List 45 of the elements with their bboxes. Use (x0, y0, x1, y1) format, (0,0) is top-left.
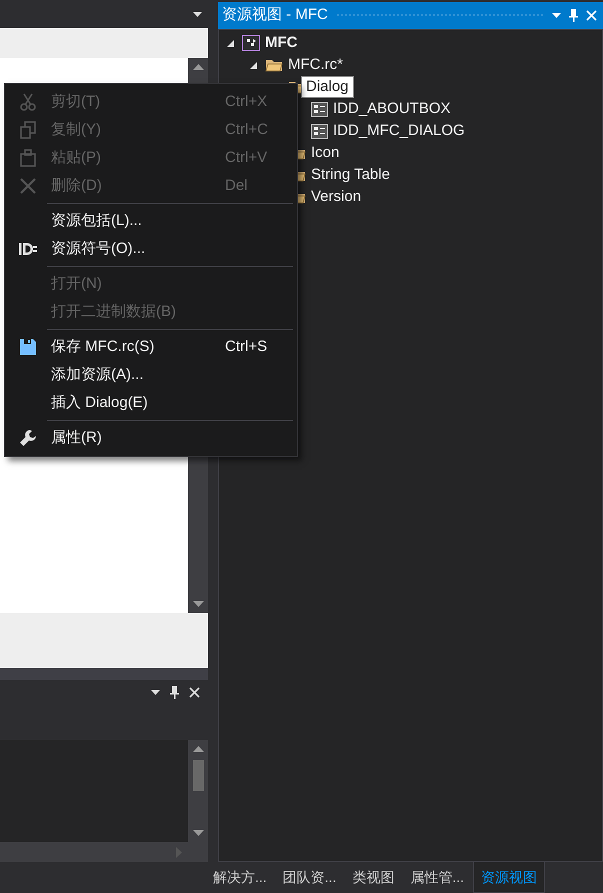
panel-tab[interactable]: 类视图 (345, 862, 402, 893)
expanded-icon[interactable] (227, 40, 234, 46)
wrench-icon (20, 430, 36, 446)
project-icon (242, 35, 260, 51)
id-icon (19, 243, 37, 255)
tooltip[interactable]: Dialog (301, 76, 354, 98)
dropdown-icon[interactable] (151, 690, 160, 695)
scroll-up-icon[interactable] (192, 64, 204, 70)
panel-tab[interactable]: 团队资... (276, 862, 344, 893)
expanded-icon[interactable] (250, 62, 257, 68)
scroll-up-icon[interactable] (192, 746, 204, 752)
clipboard-icon (20, 149, 36, 167)
menu-item[interactable]: 保存 MFC.rc(S) Ctrl+S (5, 333, 297, 361)
delete-icon (20, 178, 36, 194)
panel-title: 资源视图 - MFC (222, 5, 328, 26)
pin-icon[interactable] (170, 686, 179, 699)
scrollbar[interactable] (188, 740, 208, 842)
dialog-icon (311, 124, 328, 138)
menu-item[interactable]: 添加资源(A)... (5, 361, 297, 389)
tree-item[interactable]: MFC.rc* (288, 54, 343, 76)
tree-item[interactable]: IDD_ABOUTBOX (333, 98, 451, 120)
scroll-thumb[interactable] (192, 760, 204, 791)
tree-item[interactable]: IDD_MFC_DIALOG (333, 120, 465, 142)
dialog-icon (311, 102, 328, 116)
save-icon (20, 339, 36, 355)
scissors-icon (20, 93, 36, 111)
menu-item[interactable]: 插入 Dialog(E) (5, 389, 297, 417)
dropdown-icon[interactable] (193, 12, 202, 16)
dropdown-icon[interactable] (552, 13, 561, 18)
menu-item[interactable]: 属性(R) (5, 424, 297, 452)
panel-tab[interactable]: 解决方... (206, 862, 274, 893)
menu-item[interactable]: 资源包括(L)... (5, 207, 297, 235)
close-icon[interactable] (189, 687, 200, 698)
copy-icon (20, 121, 36, 139)
tree-item[interactable]: Version (311, 186, 362, 208)
scroll-down-icon[interactable] (192, 830, 204, 836)
menu-item[interactable]: 资源符号(O)... (5, 235, 297, 263)
tree-item[interactable]: MFC (265, 32, 298, 54)
panel-tab[interactable]: 资源视图 (473, 862, 546, 893)
tree-item[interactable]: Icon (311, 142, 340, 164)
panel-tab[interactable]: 属性管... (403, 862, 472, 893)
scroll-down-icon[interactable] (192, 601, 204, 607)
tree-item[interactable]: String Table (311, 164, 390, 186)
folder-icon (265, 58, 283, 72)
pin-icon[interactable] (569, 9, 578, 22)
